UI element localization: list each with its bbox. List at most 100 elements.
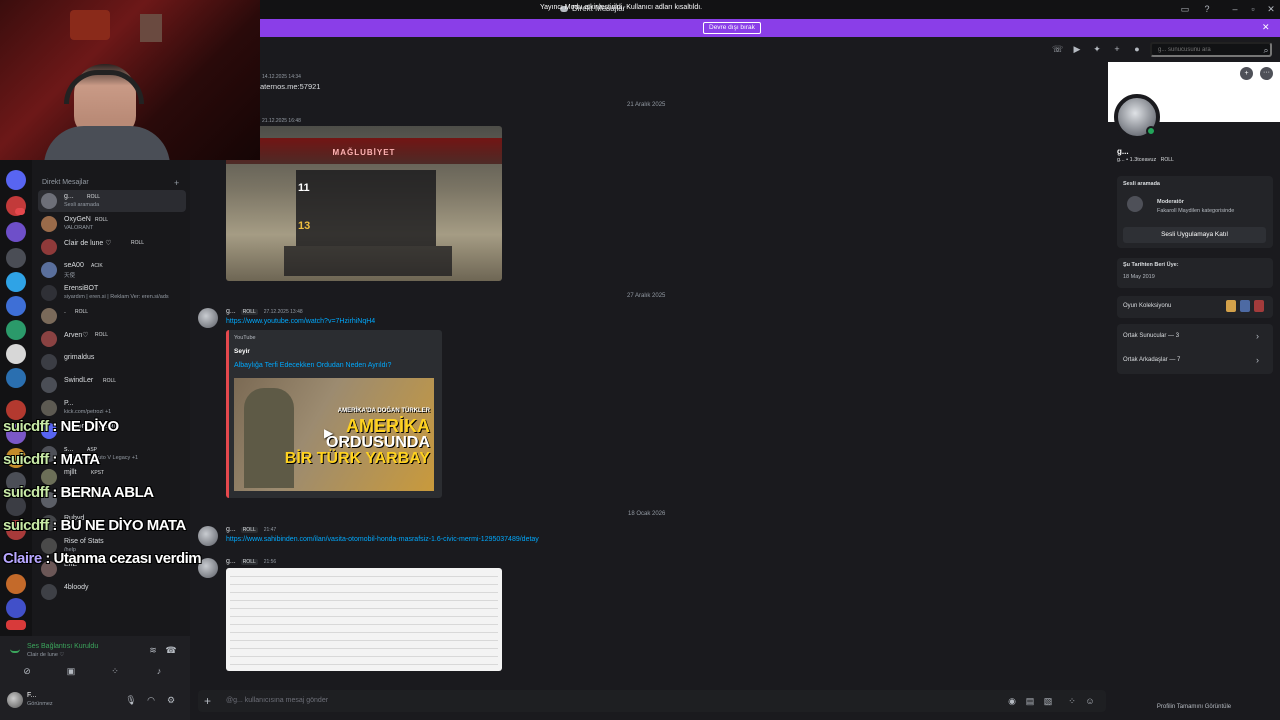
message-link[interactable]: https://www.youtube.com/watch?v=7HzirhiN… (226, 318, 375, 325)
server-icon[interactable] (6, 170, 26, 190)
dm-tag: ROLL (95, 332, 109, 338)
dm-item[interactable]: Clair de lune ♡ ROLL (38, 236, 186, 258)
server-icon[interactable] (6, 222, 26, 242)
signal-icon[interactable] (10, 645, 20, 653)
search-input[interactable] (1150, 42, 1272, 57)
overlay-chat-line: suicdff : NE DİYO (3, 418, 119, 435)
maximize-button[interactable]: ▫ (1248, 4, 1258, 14)
minimize-button[interactable]: – (1230, 4, 1240, 14)
attach-plus-icon[interactable]: + (204, 694, 211, 708)
webcam-feed (0, 0, 260, 160)
server-icon[interactable] (6, 320, 26, 340)
activities-icon[interactable]: ⁘ (108, 666, 122, 677)
dm-header: Direkt Mesajlar (42, 179, 89, 186)
noise-suppression-icon[interactable]: ≋ (146, 645, 160, 656)
inbox-icon[interactable]: ▭ (1180, 4, 1190, 14)
server-icon[interactable] (6, 248, 26, 268)
avatar[interactable] (198, 308, 218, 328)
gift-icon[interactable]: ◉ (1007, 696, 1017, 706)
message-time: 21.12.2025 16:48 (262, 118, 301, 124)
microphone-icon[interactable]: 🎙 (124, 695, 138, 706)
server-icon[interactable] (6, 368, 26, 388)
profile-toggle-icon[interactable]: ● (1132, 44, 1142, 54)
close-window-button[interactable]: ✕ (1266, 4, 1276, 14)
server-icon[interactable] (6, 344, 26, 364)
dm-name: seA00 (64, 262, 84, 269)
embed-author[interactable]: Seyir (234, 348, 250, 355)
gear-icon[interactable]: ⚙ (164, 695, 178, 706)
server-icon[interactable] (6, 272, 26, 292)
mutual-servers-row[interactable]: Ortak Sunucular — 3 (1123, 333, 1179, 339)
game-screenshot-image[interactable]: MAĞLUBİYET 11 13 (226, 126, 502, 281)
overlay-chat-line: suicdff : MATA (3, 451, 100, 468)
voice-call-icon[interactable]: ☏ (1052, 44, 1063, 54)
overlay-chat-text: NE DİYO (60, 418, 120, 435)
avatar (41, 193, 57, 209)
message-composer[interactable] (198, 690, 1106, 712)
date-separator: 21 Aralık 2025 (627, 102, 666, 108)
banner-close-icon[interactable]: ✕ (1262, 22, 1270, 33)
dm-item[interactable]: . ROLL (38, 305, 186, 327)
add-friend-icon[interactable]: + (1240, 67, 1253, 80)
dm-tag: ROLL (95, 217, 109, 223)
stream-chat-overlay: suicdff : NE DİYO suicdff : MATA suicdff :… (0, 410, 260, 580)
sheet-row (230, 664, 498, 665)
dm-activity: siyardım | eren.si | Reklam Ver: eren.si… (64, 294, 169, 300)
chevron-right-icon[interactable]: › (1256, 355, 1259, 365)
dm-name: g... (64, 193, 74, 200)
dm-name: 4bloody (64, 584, 89, 591)
video-off-icon[interactable]: ⊘ (20, 666, 34, 677)
message-link[interactable]: https://www.sahibinden.com/ilan/vasita-o… (226, 536, 539, 543)
mutual-friends-row[interactable]: Ortak Arkadaşlar — 7 (1123, 357, 1180, 363)
disconnect-icon[interactable]: ☎ (164, 645, 178, 656)
dm-item[interactable]: ErensiBOT siyardım | eren.si | Reklam Ver… (38, 282, 186, 304)
profile-username: g... • 1.3tceavuz ROLL (1117, 157, 1174, 163)
gif-icon[interactable]: ▤ (1025, 696, 1035, 706)
chevron-right-icon[interactable]: › (1256, 331, 1259, 341)
screen-share-icon[interactable]: ▣ (64, 666, 78, 677)
spreadsheet-image[interactable] (226, 568, 502, 671)
embed-title[interactable]: Albaylığa Terfi Edecekken Ordudan Neden … (234, 362, 391, 369)
join-voice-button[interactable]: Sesli Uygulamaya Katıl (1123, 227, 1266, 243)
dm-item[interactable]: SwindLer ROLL (38, 374, 186, 396)
overlay-chat-separator: : (48, 484, 61, 501)
game-icon (1254, 300, 1264, 312)
sheet-row (230, 608, 498, 609)
video-thumbnail[interactable]: ▶ AMERİKA'DA DOĞAN TÜRKLER AMERİKA ORDUS… (234, 378, 434, 491)
avatar[interactable] (7, 692, 23, 708)
message-time: 14.12.2025 14:34 (262, 74, 301, 80)
video-call-icon[interactable]: ▶ (1072, 44, 1082, 54)
avatar (41, 239, 57, 255)
emoji-icon[interactable]: ☺ (1085, 696, 1095, 706)
pin-icon[interactable]: ✦ (1092, 44, 1102, 54)
voice-channel-title: Moderatör (1157, 199, 1184, 205)
dm-activity: VALORANT (64, 225, 94, 231)
dm-item[interactable]: grimaldus (38, 351, 186, 373)
new-dm-icon[interactable]: + (174, 178, 179, 188)
help-icon[interactable]: ? (1202, 4, 1212, 14)
disable-streamer-mode-button[interactable]: Devre dışı bırak (703, 22, 761, 34)
apps-icon[interactable]: ⁘ (1067, 696, 1077, 706)
sticker-icon[interactable]: ▧ (1043, 696, 1053, 706)
view-full-profile-link[interactable]: Profilin Tamamını Görüntüle (1108, 704, 1280, 710)
server-icon (1127, 196, 1143, 212)
soundboard-icon[interactable]: ♪ (152, 666, 166, 676)
dm-item[interactable]: Arven♡ ROLL (38, 328, 186, 350)
dm-item[interactable]: OxyGeN ROLL VALORANT (38, 213, 186, 235)
author-name[interactable]: g... (226, 308, 236, 315)
add-friend-icon[interactable]: + (1112, 44, 1122, 54)
dm-name: . (64, 308, 66, 315)
sheet-row (230, 648, 498, 649)
dm-item[interactable]: 4bloody (38, 581, 186, 603)
dm-item[interactable]: seA00 ACIK 天使 (38, 259, 186, 281)
voice-status-title: Ses Bağlantısı Kuruldu (27, 643, 99, 650)
game-icon (1240, 300, 1250, 312)
headphones-icon[interactable]: ◠ (144, 695, 158, 706)
more-options-icon[interactable]: ··· (1260, 67, 1273, 80)
sheet-row (230, 632, 498, 633)
streamer-shirt (44, 126, 170, 160)
server-icon[interactable] (6, 598, 26, 618)
date-separator: 18 Ocak 2026 (628, 511, 666, 517)
server-icon[interactable] (6, 296, 26, 316)
dm-item[interactable]: g... ROLL Sesli aramada (38, 190, 186, 212)
